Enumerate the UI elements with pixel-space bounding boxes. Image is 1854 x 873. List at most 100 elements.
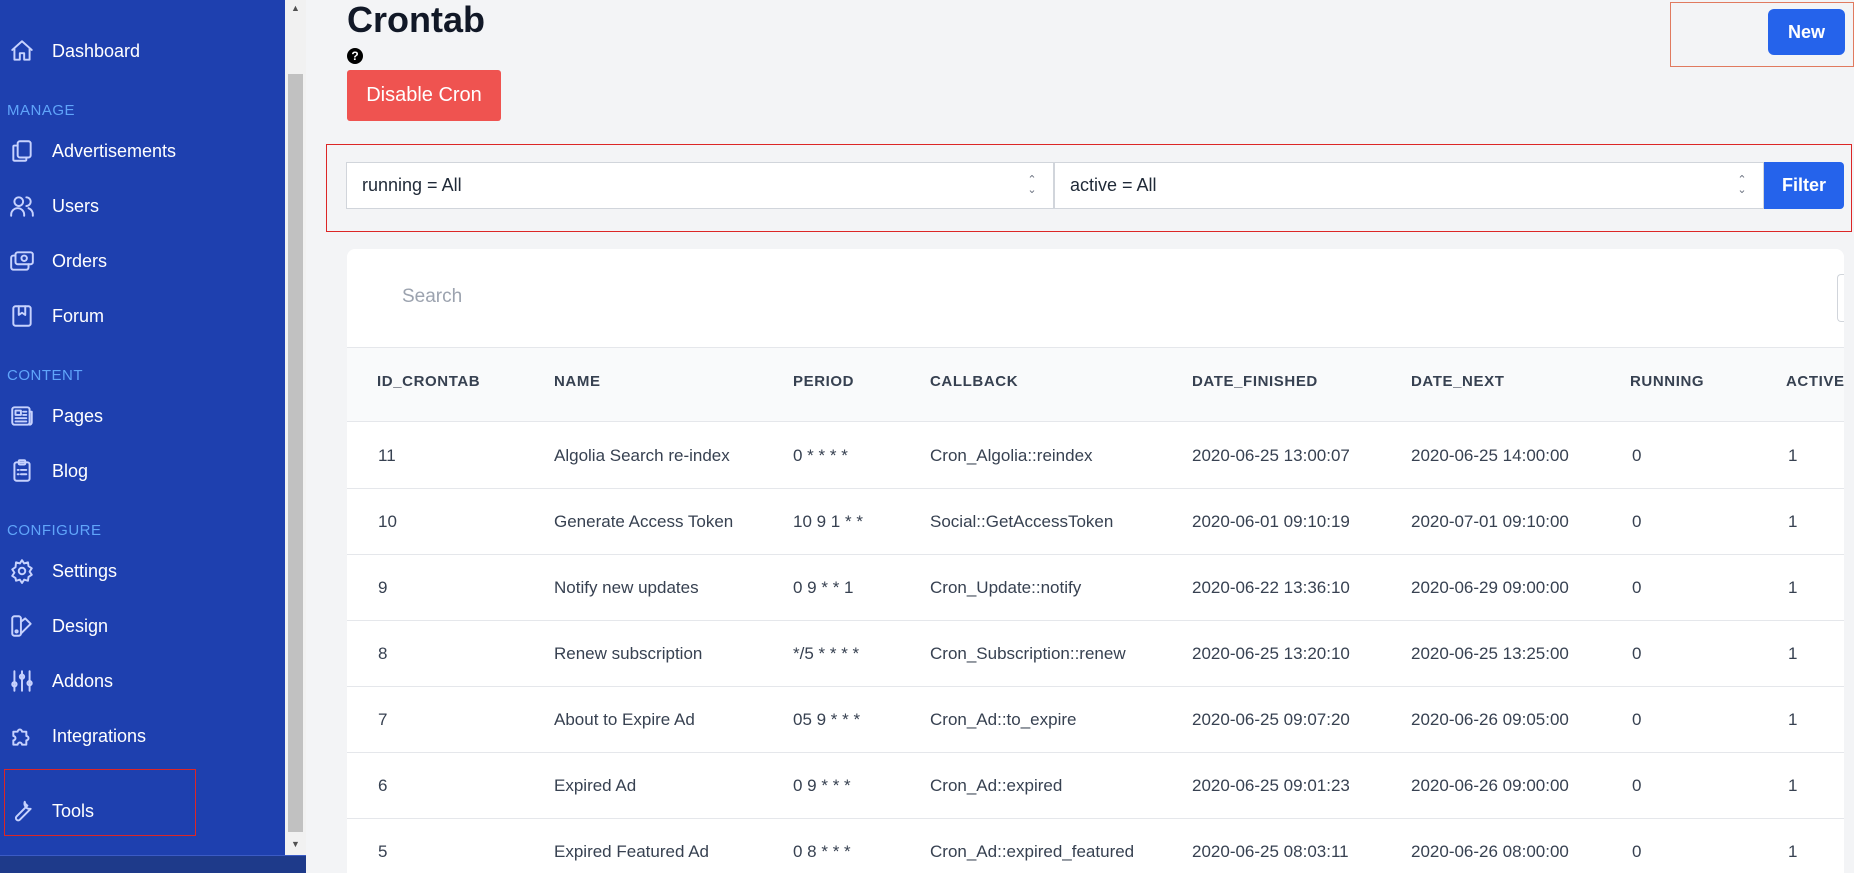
cell-date-next: 2020-06-26 08:00:00 xyxy=(1411,842,1569,861)
newspaper-icon xyxy=(8,402,36,430)
help-icon[interactable]: ? xyxy=(347,48,363,64)
sidebar-item-label: Integrations xyxy=(52,725,147,746)
sidebar-item-blog[interactable]: Blog xyxy=(0,451,285,491)
sidebar: Dashboard MANAGE Advertisements Users Or… xyxy=(0,0,306,873)
column-header[interactable]: NAME xyxy=(554,373,601,390)
users-icon xyxy=(8,192,36,220)
cell-period: 0 9 * * 1 xyxy=(793,578,854,597)
sidebar-item-label: Tools xyxy=(52,800,95,821)
sidebar-item-label: Orders xyxy=(52,250,108,271)
sidebar-item-tools[interactable]: Tools xyxy=(0,791,285,831)
cell-id: 7 xyxy=(378,710,388,729)
sidebar-item-addons[interactable]: Addons xyxy=(0,661,285,701)
column-header[interactable]: DATE_FINISHED xyxy=(1192,373,1318,390)
sidebar-scrollbar-thumb[interactable] xyxy=(288,74,303,832)
cell-active: 1 xyxy=(1788,842,1798,861)
sidebar-item-label: Blog xyxy=(52,460,89,481)
column-header[interactable]: ID_CRONTAB xyxy=(377,373,480,390)
column-header[interactable]: ACTIVE xyxy=(1786,373,1844,390)
cell-period: 0 9 * * * xyxy=(793,776,851,795)
sidebar-item-orders[interactable]: Orders xyxy=(0,241,285,281)
cell-name: Algolia Search re-index xyxy=(554,446,730,465)
sidebar-item-label: Advertisements xyxy=(52,140,177,161)
table-row[interactable]: 8 Renew subscription */5 * * * * Cron_Su… xyxy=(347,621,1844,687)
chevron-updown-icon: ⌃ ⌄ xyxy=(1737,174,1747,196)
cell-name: Generate Access Token xyxy=(554,512,734,531)
cash-icon xyxy=(8,247,36,275)
table-header: ID_CRONTAB NAME PERIOD CALLBACK DATE_FIN… xyxy=(347,347,1844,422)
clipboard-icon xyxy=(8,457,36,485)
sidebar-item-pages[interactable]: Pages xyxy=(0,396,285,436)
column-header[interactable]: RUNNING xyxy=(1630,373,1704,390)
cell-id: 9 xyxy=(378,578,388,597)
cell-period: 10 9 1 * * xyxy=(793,512,863,531)
sidebar-item-label: Settings xyxy=(52,560,118,581)
cell-callback: Cron_Update::notify xyxy=(930,578,1082,597)
active-filter-select[interactable]: active = All ⌃ ⌄ xyxy=(1054,162,1764,209)
sidebar-item-label: Design xyxy=(52,615,109,636)
gear-icon xyxy=(8,557,36,585)
sidebar-scroll-area: Dashboard MANAGE Advertisements Users Or… xyxy=(0,0,285,873)
cell-id: 11 xyxy=(378,446,396,465)
puzzle-icon xyxy=(8,722,36,750)
page-title: Crontab xyxy=(347,0,485,40)
cell-running: 0 xyxy=(1632,578,1642,597)
cell-date-next: 2020-06-26 09:05:00 xyxy=(1411,710,1569,729)
table-row[interactable]: 7 About to Expire Ad 05 9 * * * Cron_Ad:… xyxy=(347,687,1844,753)
active-filter-value: active = All xyxy=(1070,175,1157,195)
card-edge-control xyxy=(1837,274,1844,322)
cell-date-finished: 2020-06-25 13:00:07 xyxy=(1192,446,1350,465)
sliders-icon xyxy=(8,667,36,695)
sidebar-item-integrations[interactable]: Integrations xyxy=(0,716,285,756)
scroll-down-arrow-icon[interactable]: ▼ xyxy=(288,836,303,852)
column-header[interactable]: DATE_NEXT xyxy=(1411,373,1504,390)
section-label-manage: MANAGE xyxy=(7,102,76,119)
cell-date-finished: 2020-06-25 09:07:20 xyxy=(1192,710,1350,729)
column-header[interactable]: PERIOD xyxy=(793,373,854,390)
column-header[interactable]: CALLBACK xyxy=(930,373,1018,390)
new-button[interactable]: New xyxy=(1768,9,1845,55)
cell-period: 0 8 * * * xyxy=(793,842,851,861)
cell-active: 1 xyxy=(1788,644,1798,663)
table-row[interactable]: 5 Expired Featured Ad 0 8 * * * Cron_Ad:… xyxy=(347,819,1844,873)
cell-running: 0 xyxy=(1632,644,1642,663)
scroll-up-arrow-icon[interactable]: ▲ xyxy=(288,0,303,16)
running-filter-select[interactable]: running = All ⌃ ⌄ xyxy=(346,162,1054,209)
sidebar-item-label: Dashboard xyxy=(52,40,141,61)
table-row[interactable]: 9 Notify new updates 0 9 * * 1 Cron_Upda… xyxy=(347,555,1844,621)
cell-callback: Cron_Subscription::renew xyxy=(930,644,1126,663)
cell-period: */5 * * * * xyxy=(793,644,860,663)
disable-cron-button[interactable]: Disable Cron xyxy=(347,70,501,121)
cell-callback: Cron_Ad::expired_featured xyxy=(930,842,1135,861)
filter-button[interactable]: Filter xyxy=(1764,162,1844,209)
cell-name: About to Expire Ad xyxy=(554,710,695,729)
sidebar-item-label: Forum xyxy=(52,305,105,326)
search-input[interactable] xyxy=(402,277,902,317)
section-label-configure: CONFIGURE xyxy=(7,522,102,539)
sidebar-item-settings[interactable]: Settings xyxy=(0,551,285,591)
cell-date-finished: 2020-06-25 08:03:11 xyxy=(1192,842,1349,861)
app-root: Dashboard MANAGE Advertisements Users Or… xyxy=(0,0,1854,873)
sidebar-footer xyxy=(0,855,306,873)
cell-callback: Social::GetAccessToken xyxy=(930,512,1114,531)
sidebar-item-dashboard[interactable]: Dashboard xyxy=(0,31,285,71)
cell-date-finished: 2020-06-25 13:20:10 xyxy=(1192,644,1350,663)
sidebar-item-design[interactable]: Design xyxy=(0,606,285,646)
table-row[interactable]: 6 Expired Ad 0 9 * * * Cron_Ad::expired … xyxy=(347,753,1844,819)
sidebar-item-label: Pages xyxy=(52,405,104,426)
cell-date-next: 2020-07-01 09:10:00 xyxy=(1411,512,1569,531)
sidebar-item-forum[interactable]: Forum xyxy=(0,296,285,336)
cell-active: 1 xyxy=(1788,776,1798,795)
sidebar-item-users[interactable]: Users xyxy=(0,186,285,226)
table-row[interactable]: 11 Algolia Search re-index 0 * * * * Cro… xyxy=(347,423,1844,489)
cell-name: Notify new updates xyxy=(554,578,699,597)
cell-running: 0 xyxy=(1632,842,1642,861)
sidebar-item-advertisements[interactable]: Advertisements xyxy=(0,131,285,171)
cell-id: 8 xyxy=(378,644,388,663)
cell-date-finished: 2020-06-25 09:01:23 xyxy=(1192,776,1350,795)
cell-id: 5 xyxy=(378,842,388,861)
cell-callback: Cron_Ad::to_expire xyxy=(930,710,1077,729)
table-row[interactable]: 10 Generate Access Token 10 9 1 * * Soci… xyxy=(347,489,1844,555)
book-icon xyxy=(8,302,36,330)
chevron-updown-icon: ⌃ ⌄ xyxy=(1027,174,1037,196)
